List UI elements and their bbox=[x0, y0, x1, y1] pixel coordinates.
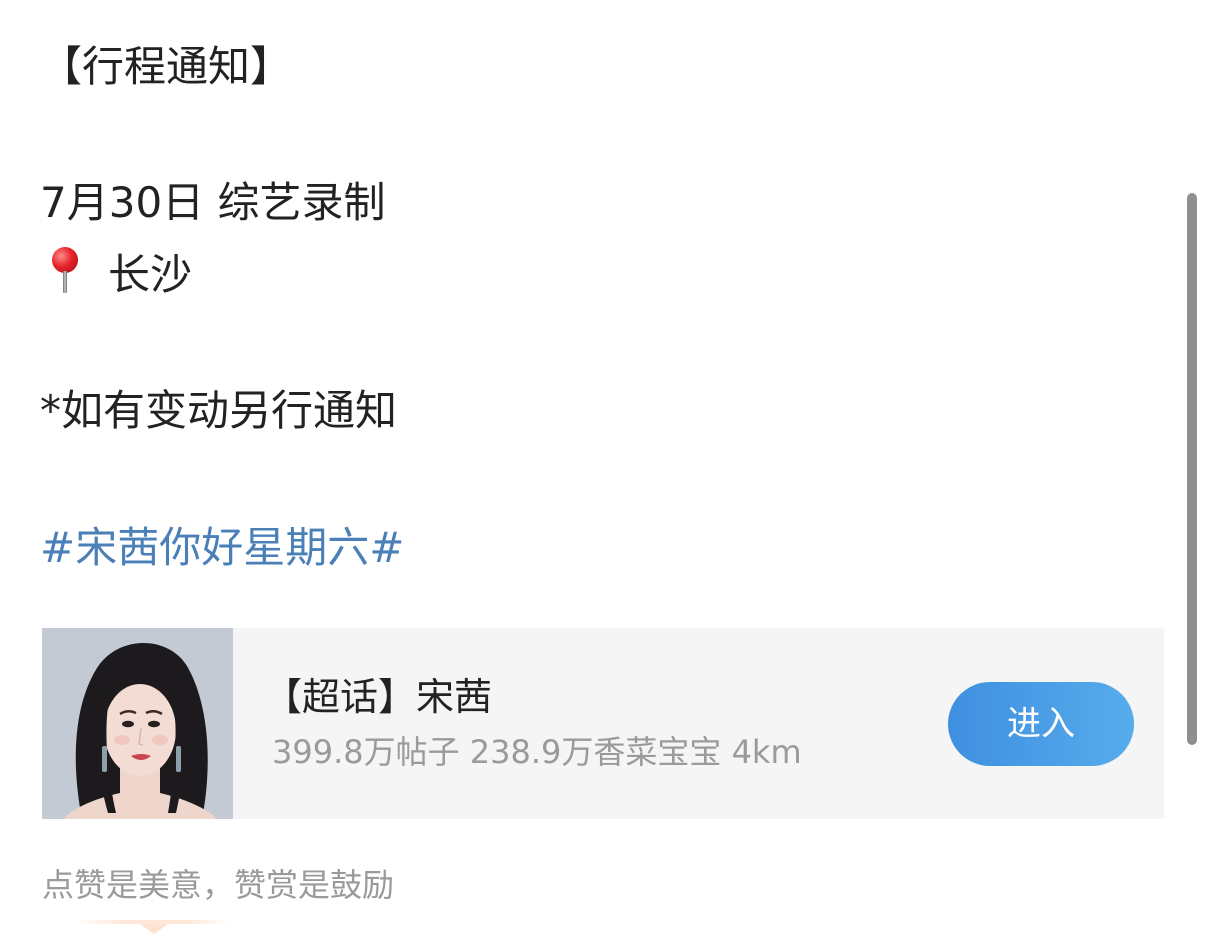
portrait-image bbox=[42, 628, 233, 819]
vertical-scrollbar[interactable] bbox=[1187, 193, 1197, 745]
post-note-line: *如有变动另行通知 bbox=[40, 386, 398, 435]
post-location-text: 长沙 bbox=[108, 250, 193, 299]
reward-prompt: 点赞是美意，赞赏是鼓励 bbox=[42, 866, 395, 904]
reward-caret-icon bbox=[80, 920, 230, 936]
post-location-line: 长沙 bbox=[40, 243, 192, 302]
supertopic-stats: 399.8万帖子 238.9万香菜宝宝 4km bbox=[272, 733, 802, 771]
supertopic-title: 【超话】宋茜 bbox=[264, 675, 493, 719]
post-date-line: 7月30日 综艺录制 bbox=[40, 178, 386, 227]
weibo-post-page: 【行程通知】 7月30日 综艺录制 长沙 *如有变动另行通知 #宋茜你好星期六# bbox=[0, 0, 1206, 936]
supertopic-card[interactable]: 【超话】宋茜 399.8万帖子 238.9万香菜宝宝 4km 进入 bbox=[42, 628, 1164, 819]
hashtag-link[interactable]: #宋茜你好星期六# bbox=[40, 521, 404, 575]
post-title-line: 【行程通知】 bbox=[40, 42, 293, 91]
enter-button[interactable]: 进入 bbox=[948, 682, 1134, 766]
supertopic-avatar[interactable] bbox=[42, 628, 233, 819]
round-pushpin-icon bbox=[40, 243, 88, 293]
